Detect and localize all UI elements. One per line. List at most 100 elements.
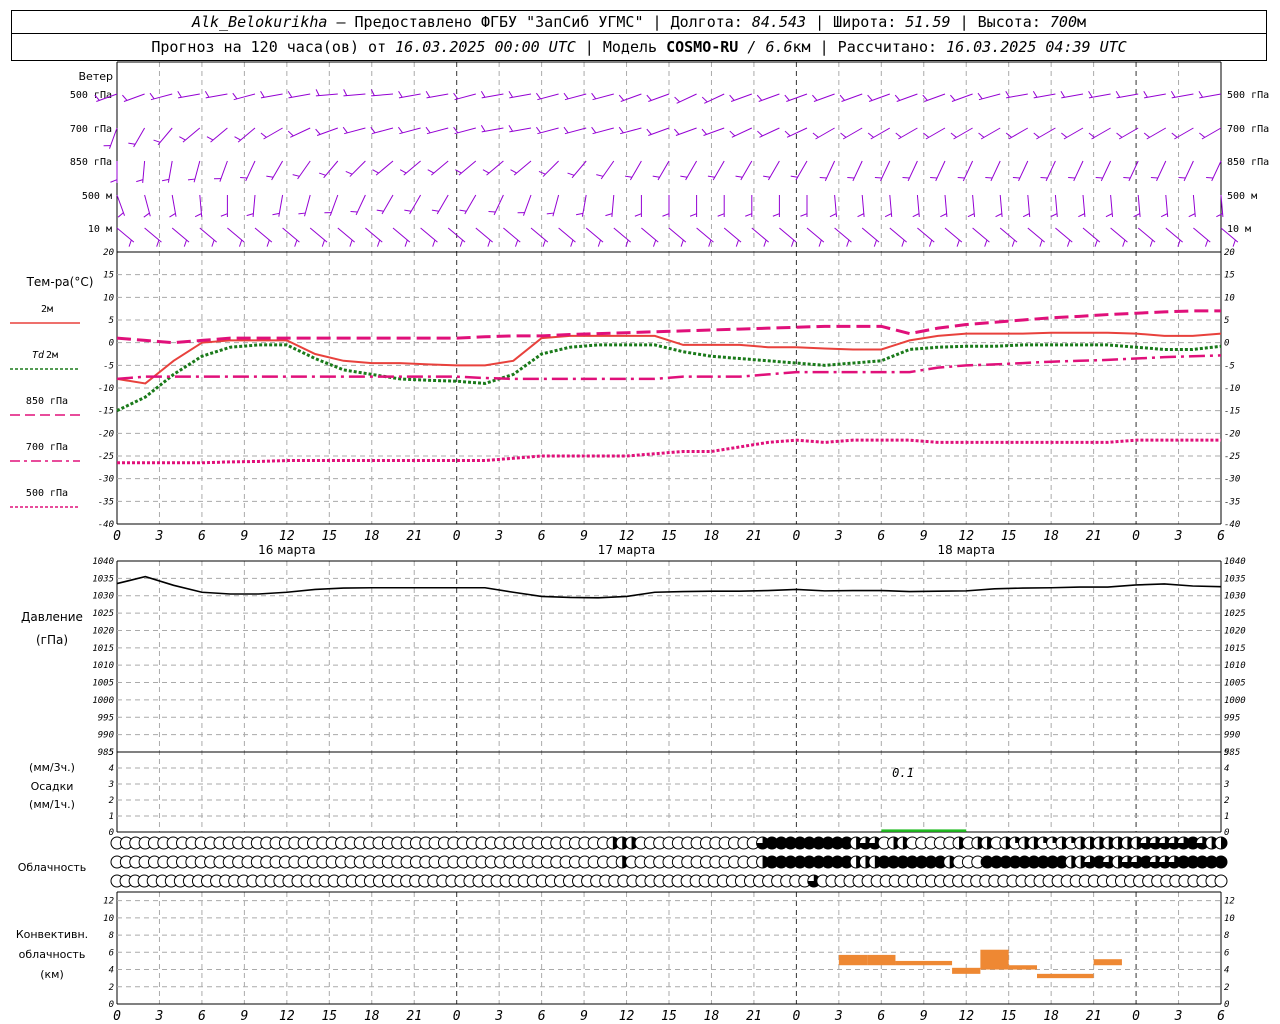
wind-barb-feather [425,126,431,134]
temp-tick-left: -5 [103,361,114,371]
wind-barb-feather [187,178,196,181]
wind-barb-feather [510,169,517,174]
wind-barb-feather [538,170,546,175]
wind-barb-feather [260,91,265,98]
wind-barb-feather [266,239,270,247]
wind-barb-feather [1094,239,1098,247]
wind-barb-feather [211,239,215,247]
wind-barb [629,160,642,181]
wind-barb-feather [763,239,767,247]
hour-label-bottom: 9 [240,1009,248,1024]
wind-barb-feather [772,213,780,217]
wind-barb-feather [128,142,136,145]
wind-barb [925,127,946,140]
wind-barb-feather [459,209,467,212]
legend-label: 2м [46,350,58,361]
wind-barb-feather [735,175,743,178]
wind-level-label-right: 700 гПа [1227,124,1269,135]
wind-barb-feather [1078,213,1085,218]
wind-barb-feather [246,213,254,217]
wind-barb-feather [1061,132,1068,138]
prec-tick-right: 5 [1224,748,1229,758]
wind-barb-feather [515,239,519,247]
conv-title-2: облачность [19,948,86,961]
hour-label-bottom: 6 [1217,1009,1225,1024]
wind-barb-feather [260,132,267,138]
pres-tick-right: 990 [1224,731,1240,741]
cloud-symbol-fill [1221,837,1227,849]
pres-tick-right: 1035 [1224,574,1246,584]
wind-barb-feather [153,139,161,143]
wind-barb-feather [294,239,298,247]
wind-barb-feather [1116,132,1123,138]
wind-barb-feather [563,126,569,134]
wind-barb-feather [591,92,597,100]
wind-barb-feather [487,239,491,247]
wind-barb [304,194,311,217]
temp-tick-right: -5 [1224,361,1235,371]
hour-label: 12 [958,529,974,544]
wind-level-label-right: 850 гПа [1227,157,1269,168]
hour-label-bottom: 9 [920,1009,928,1024]
hour-label-bottom: 6 [538,1009,546,1024]
conv-bar [1008,965,1037,970]
hour-label: 0 [792,529,800,544]
prec-tick-right: 2 [1224,796,1229,806]
hour-label-bottom: 0 [453,1009,461,1024]
temp-tick-left: -25 [98,452,114,462]
hour-label: 0 [453,529,461,544]
wind-barb-feather [680,239,684,247]
wind-barb-feather [427,169,435,174]
wind-barb [288,93,311,99]
wind-barb-feather [950,94,956,101]
hour-label-bottom: 3 [494,1009,503,1024]
conv-bar [867,954,896,966]
wind-barb-feather [1160,213,1168,218]
hour-label: 3 [834,529,843,544]
wind-barb-feather [1032,91,1038,98]
precip-bar [881,829,967,832]
pres-tick-left: 995 [98,713,114,723]
pres-tick-left: 1010 [92,661,114,671]
prec-tick-left: 2 [109,796,114,806]
temp-series-line [116,331,1222,385]
wind-barb-feather [110,179,118,183]
pres-tick-right: 1000 [1224,696,1246,706]
temp-tick-left: -30 [98,475,114,485]
hour-label: 0 [113,529,121,544]
temp-title: Тем-ра(°С) [26,275,94,289]
wind-barb-feather [349,239,353,247]
wind-barb-feather [1067,239,1071,247]
wind-barb-feather [812,132,819,138]
wind-barb-feather [535,92,541,100]
wind-barb-feather [940,213,947,218]
hour-label-bottom: 21 [406,1009,422,1024]
temp-tick-right: -35 [1224,497,1240,507]
wind-barb-feather [839,94,846,101]
wind-barb-feather [1050,213,1058,218]
wind-barb-feather [846,239,850,247]
wind-barb [712,160,725,181]
hour-label: 12 [279,529,295,544]
wind-level-label-right: 10 м [1227,224,1251,235]
wind-barb-feather [1143,91,1148,98]
conv-tick-left: 12 [103,897,114,907]
wind-barb-feather [404,209,412,212]
wind-barb-feather [818,239,822,247]
conv-bar [838,954,868,966]
temp-tick-right: 5 [1224,316,1229,326]
wind-barb-feather [745,213,752,217]
temp-tick-right: 10 [1224,293,1235,303]
pres-tick-right: 1005 [1224,679,1246,689]
hour-label-bottom: 21 [746,1009,762,1024]
pres-tick-left: 1000 [92,696,114,706]
wind-barb [398,93,421,99]
wind-barb-feather [956,239,960,247]
conv-bar [1093,959,1122,966]
wind-barb-feather [318,172,326,176]
wind-barb-feather [784,130,791,137]
wind-barb-feather [1022,213,1030,218]
pres-tick-right: 1020 [1224,626,1246,636]
wind-barb-feather [1198,91,1204,98]
wind-barb-feather [287,130,294,137]
